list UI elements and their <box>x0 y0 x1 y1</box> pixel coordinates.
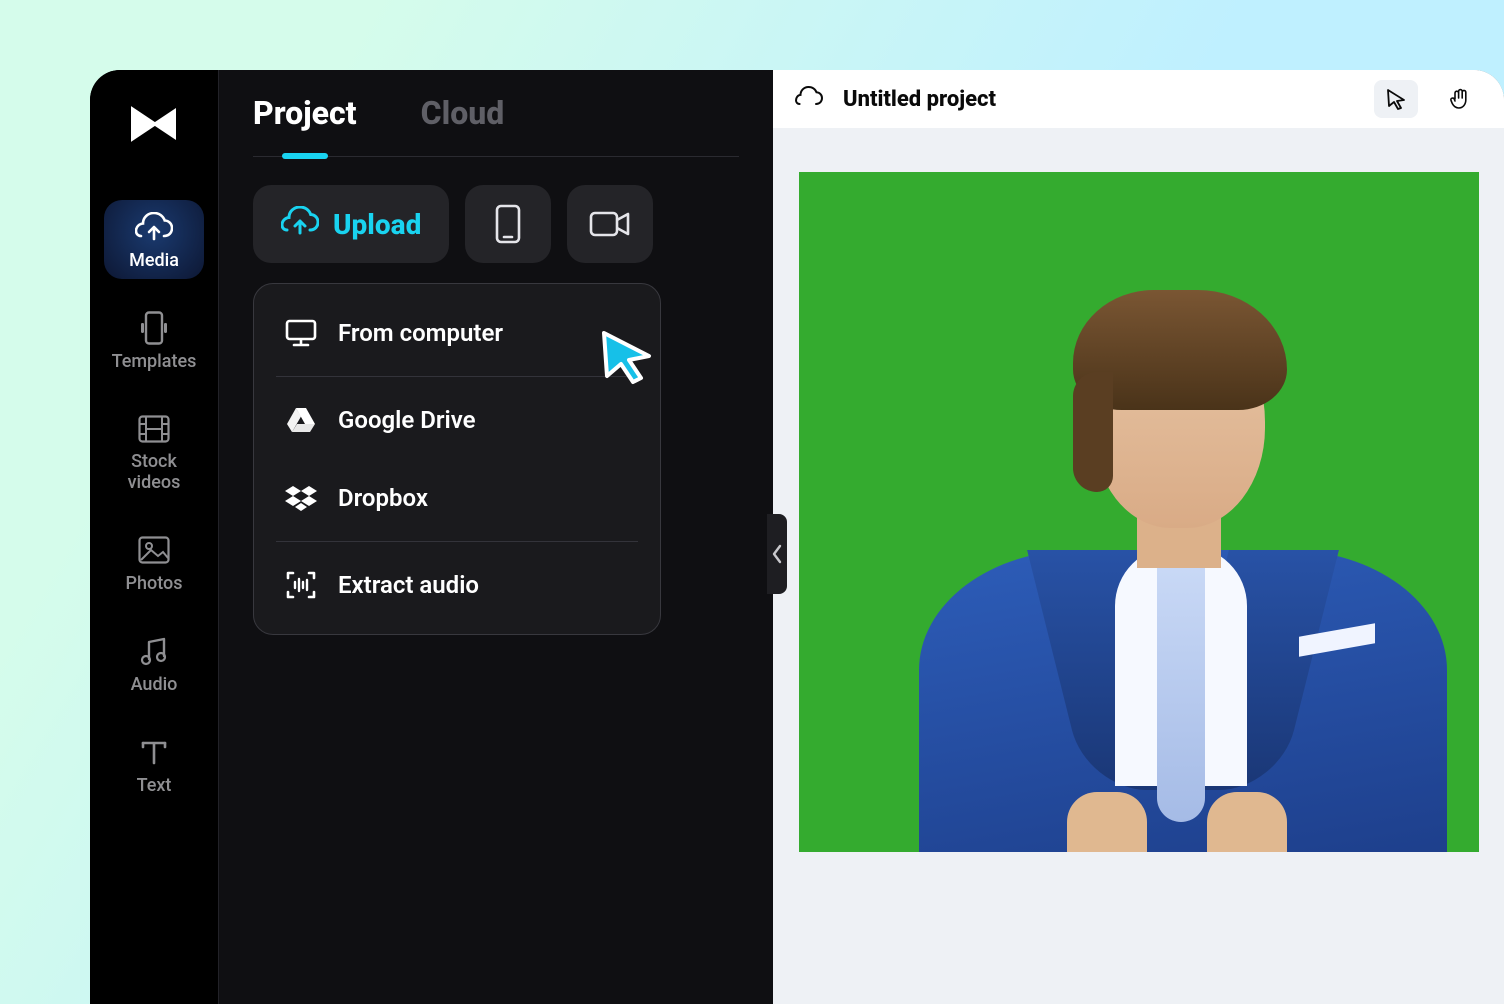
project-title[interactable]: Untitled project <box>843 87 996 112</box>
tab-project[interactable]: Project <box>253 94 357 156</box>
cursor-icon <box>1386 88 1406 110</box>
camera-icon <box>588 208 632 240</box>
divider <box>276 376 638 377</box>
canvas-area: Untitled project <box>773 70 1504 1004</box>
person-on-greenscreen <box>847 312 1479 852</box>
sidebar-item-media[interactable]: Media <box>104 200 204 279</box>
phone-icon <box>134 311 174 345</box>
collapse-panel-handle[interactable] <box>767 514 787 594</box>
dropdown-item-extract-audio[interactable]: Extract audio <box>254 546 660 624</box>
canvas-body[interactable] <box>773 128 1504 1004</box>
dropdown-item-label: From computer <box>338 319 503 347</box>
media-panel: Project Cloud Upload <box>218 70 773 1004</box>
hand-icon <box>1449 88 1471 110</box>
upload-button-label: Upload <box>333 208 421 241</box>
upload-from-phone-button[interactable] <box>465 185 551 263</box>
film-icon <box>134 412 174 446</box>
monitor-icon <box>284 318 318 348</box>
sidebar-item-audio[interactable]: Audio <box>104 624 204 703</box>
cloud-upload-icon <box>281 206 319 243</box>
tab-cloud[interactable]: Cloud <box>421 94 505 156</box>
canvas-header: Untitled project <box>773 70 1504 128</box>
left-rail: Media Templates <box>90 70 218 1004</box>
extract-audio-icon <box>284 570 318 600</box>
record-from-camera-button[interactable] <box>567 185 653 263</box>
sidebar-item-photos[interactable]: Photos <box>104 523 204 602</box>
upload-dropdown: From computer Google Drive <box>253 283 661 635</box>
sidebar-item-label: Audio <box>131 674 178 695</box>
dropdown-item-google-drive[interactable]: Google Drive <box>254 381 660 459</box>
phone-icon <box>494 204 522 244</box>
upload-button[interactable]: Upload <box>253 185 449 263</box>
greenscreen-clip[interactable] <box>799 172 1479 852</box>
panel-tabs: Project Cloud <box>253 94 739 157</box>
text-icon <box>134 735 174 769</box>
sidebar-item-text[interactable]: Text <box>104 725 204 804</box>
music-note-icon <box>134 634 174 668</box>
app-logo <box>130 102 178 146</box>
dropdown-item-dropbox[interactable]: Dropbox <box>254 459 660 537</box>
sidebar-item-label: Text <box>137 775 172 796</box>
sidebar-item-label: Photos <box>126 573 183 594</box>
cloud-upload-icon <box>134 210 174 244</box>
sidebar-item-label: Templates <box>112 351 197 372</box>
sidebar-item-label: Media <box>129 250 179 271</box>
dropdown-item-label: Dropbox <box>338 484 428 512</box>
divider <box>276 541 638 542</box>
sidebar-item-label: Stock videos <box>104 452 204 493</box>
dropdown-item-label: Google Drive <box>338 406 476 434</box>
sidebar-item-stock-videos[interactable]: Stock videos <box>104 402 204 501</box>
dropbox-icon <box>284 483 318 513</box>
hand-tool-button[interactable] <box>1438 80 1482 118</box>
dropdown-item-label: Extract audio <box>338 571 479 599</box>
dropdown-item-from-computer[interactable]: From computer <box>254 294 660 372</box>
image-icon <box>134 533 174 567</box>
google-drive-icon <box>284 405 318 435</box>
select-tool-button[interactable] <box>1374 80 1418 118</box>
cloud-icon <box>795 86 823 112</box>
upload-source-row: Upload <box>253 185 739 263</box>
app-window: Media Templates <box>90 70 1504 1004</box>
sidebar-item-templates[interactable]: Templates <box>104 301 204 380</box>
chevron-left-icon <box>771 544 783 564</box>
